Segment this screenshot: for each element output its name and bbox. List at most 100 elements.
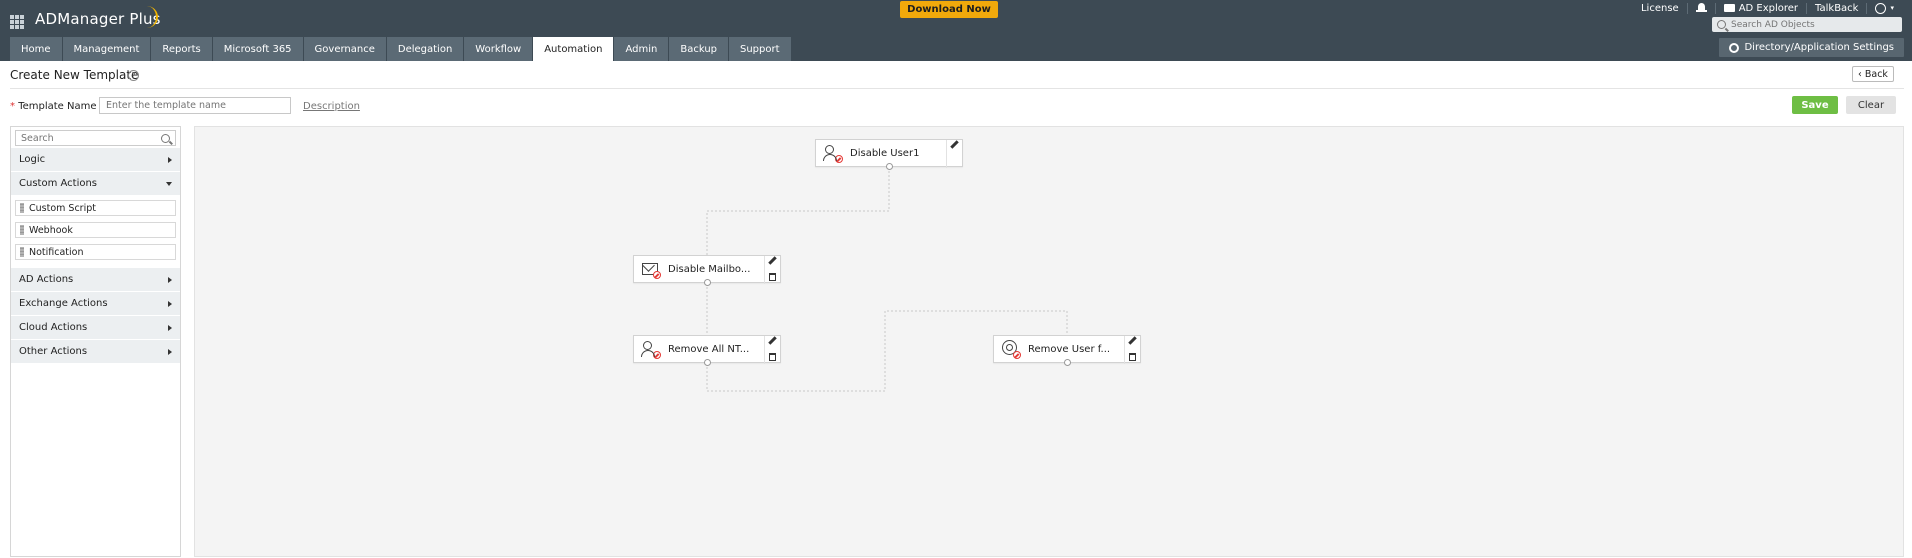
node-actions — [946, 140, 962, 168]
tab-delegation[interactable]: Delegation — [386, 37, 464, 61]
node-actions — [764, 256, 780, 284]
palette-category-label: Cloud Actions — [19, 322, 88, 333]
description-link[interactable]: Description — [303, 101, 360, 112]
palette-item-label: Custom Script — [29, 202, 96, 214]
edit-icon[interactable] — [768, 336, 777, 345]
main-tabs: Home Management Reports Microsoft 365 Govern… — [10, 37, 791, 61]
node-label: Remove User f... — [1028, 343, 1111, 355]
directory-settings-button[interactable]: Directory/Application Settings — [1719, 38, 1904, 57]
save-button[interactable]: Save — [1792, 96, 1838, 114]
palette-category-custom-actions[interactable]: Custom Actions — [11, 172, 180, 196]
user-remove-icon — [640, 338, 662, 360]
action-palette: Logic Custom Actions Custom Script Webhook N… — [10, 126, 181, 557]
tab-support[interactable]: Support — [729, 37, 791, 61]
palette-categories: Logic Custom Actions Custom Script Webhook N… — [11, 148, 180, 364]
workflow-canvas[interactable]: Disable User1 Disable Mailbo... Remove A… — [194, 126, 1904, 557]
user-menu-button[interactable]: ▾ — [1867, 2, 1902, 14]
drag-handle-icon[interactable] — [20, 203, 24, 213]
palette-category-label: AD Actions — [19, 274, 74, 285]
palette-category-label: Exchange Actions — [19, 298, 108, 309]
bell-icon — [1695, 3, 1707, 13]
connector-port[interactable] — [886, 163, 893, 170]
palette-category-label: Logic — [19, 154, 46, 165]
notifications-button[interactable] — [1688, 3, 1715, 13]
chevron-right-icon — [168, 324, 172, 331]
node-label: Remove All NT... — [668, 343, 750, 355]
ad-explorer-link[interactable]: AD Explorer — [1716, 3, 1806, 14]
palette-item-label: Webhook — [29, 224, 73, 236]
connector-port[interactable] — [1064, 359, 1071, 366]
clear-button[interactable]: Clear — [1846, 96, 1896, 114]
edit-icon[interactable] — [1128, 336, 1137, 345]
palette-items: Custom Script Webhook Notification — [11, 196, 180, 268]
palette-category-ad-actions[interactable]: AD Actions — [11, 268, 180, 292]
back-label: Back — [1864, 68, 1888, 80]
directory-settings-label: Directory/Application Settings — [1744, 42, 1894, 53]
download-now-button[interactable]: Download Now — [900, 1, 998, 18]
palette-item-label: Notification — [29, 246, 84, 258]
workflow-node[interactable]: Remove User f... — [993, 335, 1141, 366]
delete-icon[interactable] — [769, 353, 776, 361]
template-name-input[interactable] — [99, 97, 291, 114]
delete-icon[interactable] — [1129, 353, 1136, 361]
folder-icon — [1723, 4, 1735, 12]
page-title: Create New Template — [10, 68, 139, 82]
tab-governance[interactable]: Governance — [303, 37, 386, 61]
tab-management[interactable]: Management — [62, 37, 151, 61]
delete-icon[interactable] — [769, 273, 776, 281]
back-button[interactable]: ‹ Back — [1852, 66, 1894, 82]
palette-item-custom-script[interactable]: Custom Script — [15, 200, 176, 216]
edit-icon[interactable] — [768, 256, 777, 265]
template-name-label: * Template Name — [10, 101, 97, 112]
search-icon[interactable] — [161, 133, 170, 143]
chevron-right-icon — [168, 276, 172, 283]
chevron-left-icon: ‹ — [1858, 68, 1862, 80]
user-disable-icon — [822, 142, 844, 164]
palette-category-cloud-actions[interactable]: Cloud Actions — [11, 316, 180, 340]
license-link[interactable]: License — [1633, 3, 1687, 14]
chevron-right-icon — [168, 348, 172, 355]
chevron-down-icon — [166, 181, 172, 186]
tab-workflow[interactable]: Workflow — [464, 37, 533, 61]
edit-icon[interactable] — [950, 140, 959, 149]
node-label: Disable User1 — [850, 147, 920, 159]
palette-category-other-actions[interactable]: Other Actions — [11, 340, 180, 364]
chevron-down-icon: ▾ — [1890, 4, 1894, 12]
connector-port[interactable] — [704, 359, 711, 366]
chevron-right-icon — [168, 156, 172, 163]
workflow-node[interactable]: Disable Mailbo... — [633, 255, 781, 286]
talkback-link[interactable]: TalkBack — [1807, 3, 1866, 14]
tab-microsoft-365[interactable]: Microsoft 365 — [212, 37, 303, 61]
tab-automation[interactable]: Automation — [533, 37, 614, 61]
node-label: Disable Mailbo... — [668, 263, 751, 275]
connector-line — [706, 167, 890, 255]
search-icon — [1717, 20, 1726, 29]
drag-handle-icon[interactable] — [20, 225, 24, 235]
workflow-node[interactable]: Remove All NT... — [633, 335, 781, 366]
ad-explorer-label: AD Explorer — [1738, 2, 1799, 14]
tab-reports[interactable]: Reports — [151, 37, 212, 61]
node-actions — [1124, 336, 1140, 364]
palette-search-input[interactable] — [21, 132, 151, 144]
top-links: License AD Explorer TalkBack ▾ — [1633, 1, 1902, 15]
user-avatar-icon — [1875, 2, 1887, 14]
required-mark: * — [10, 101, 15, 112]
palette-item-webhook[interactable]: Webhook — [15, 222, 176, 238]
drag-handle-icon[interactable] — [20, 247, 24, 257]
tab-backup[interactable]: Backup — [669, 37, 728, 61]
palette-category-exchange-actions[interactable]: Exchange Actions — [11, 292, 180, 316]
node-actions — [764, 336, 780, 364]
workflow-node[interactable]: Disable User1 — [815, 139, 963, 170]
connector-port[interactable] — [704, 279, 711, 286]
palette-category-label: Custom Actions — [19, 178, 98, 189]
mailbox-disable-icon — [640, 258, 662, 280]
palette-item-notification[interactable]: Notification — [15, 244, 176, 260]
apps-grid-icon[interactable] — [10, 15, 24, 29]
palette-category-label: Other Actions — [19, 346, 88, 357]
template-name-text: Template Name — [18, 101, 97, 112]
tab-home[interactable]: Home — [10, 37, 62, 61]
help-icon[interactable]: ? — [128, 70, 139, 81]
tab-admin[interactable]: Admin — [614, 37, 669, 61]
ad-search-input[interactable] — [1731, 19, 1891, 30]
palette-category-logic[interactable]: Logic — [11, 148, 180, 172]
